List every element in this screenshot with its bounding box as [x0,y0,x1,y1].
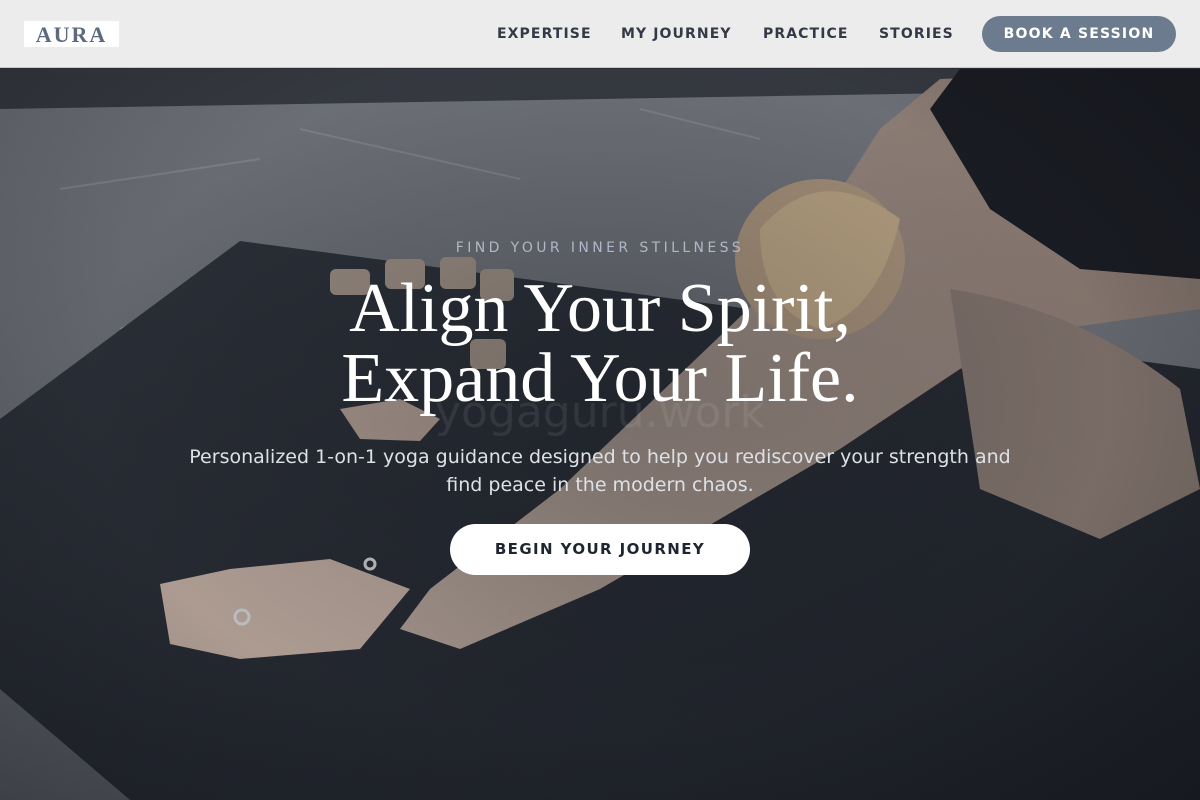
nav-link-expertise[interactable]: EXPERTISE [497,24,592,44]
hero-overlay [0,69,1200,800]
hero-title-line-2: Expand Your Life. [341,340,859,417]
begin-journey-button[interactable]: BEGIN YOUR JOURNEY [450,524,750,575]
nav-link-stories[interactable]: STORIES [879,24,954,44]
hero-subtitle: Personalized 1-on-1 yoga guidance design… [189,446,1011,496]
nav-link-my-journey[interactable]: MY JOURNEY [621,24,732,44]
hero-eyebrow: FIND YOUR INNER STILLNESS [455,240,745,256]
book-session-button[interactable]: BOOK A SESSION [982,16,1176,52]
site-header: AURA EXPERTISE MY JOURNEY PRACTICE STORI… [0,0,1200,68]
hero-title-line-1: Align Your Spirit, [349,270,851,347]
hero-title: Align Your Spirit, Expand Your Life. [0,274,1200,414]
nav-link-practice[interactable]: PRACTICE [763,24,849,44]
hero-section: yogaguru.work FIND YOUR INNER STILLNESS … [0,69,1200,800]
logo[interactable]: AURA [24,21,119,47]
